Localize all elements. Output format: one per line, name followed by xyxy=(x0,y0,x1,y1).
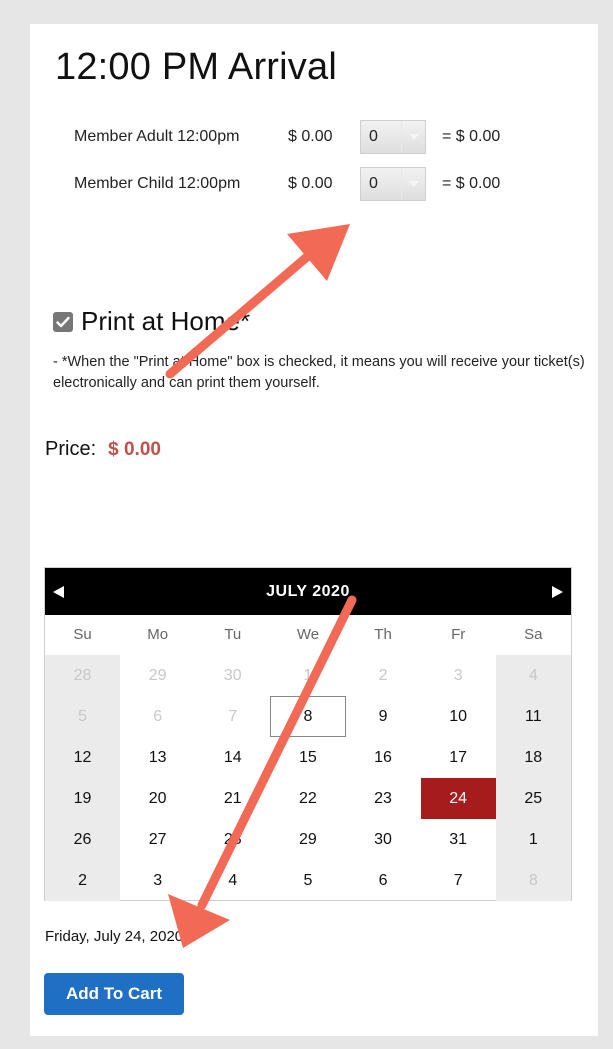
weekday-label: Th xyxy=(374,626,392,643)
calendar-day[interactable]: 14 xyxy=(195,737,270,778)
calendar-week: 5 6 7 8 9 10 11 xyxy=(45,696,571,737)
calendar-day[interactable]: 29 xyxy=(270,819,345,860)
calendar-day[interactable]: 18 xyxy=(495,737,571,778)
calendar-day[interactable]: 2 xyxy=(45,860,121,901)
ticket-price: $ 0.00 xyxy=(288,175,333,192)
calendar-grid: 28 29 30 1 2 3 4 5 6 7 8 9 10 11 12 13 1… xyxy=(45,655,571,901)
calendar-header: JULY 2020 xyxy=(45,568,571,615)
calendar-day: 28 xyxy=(45,655,121,696)
quantity-value: 0 xyxy=(369,175,378,192)
ticket-name: Member Child 12:00pm xyxy=(74,175,241,192)
calendar-day[interactable]: 6 xyxy=(346,860,421,901)
weekday-header: Su Mo Tu We Th Fr Sa xyxy=(45,615,571,655)
calendar-week: 26 27 28 29 30 31 1 xyxy=(45,819,571,860)
calendar-day[interactable]: 7 xyxy=(421,860,496,901)
next-month-button[interactable] xyxy=(547,582,567,602)
calendar-day[interactable]: 15 xyxy=(270,737,345,778)
calendar-week: 19 20 21 22 23 24 25 xyxy=(45,778,571,819)
calendar-day: 29 xyxy=(148,667,167,684)
calendar-day[interactable]: 23 xyxy=(346,778,421,819)
price-summary: Price: $ 0.00 xyxy=(45,438,161,461)
calendar-day[interactable]: 5 xyxy=(270,860,345,901)
selected-date-text: Friday, July 24, 2020 xyxy=(45,928,184,945)
weekday-label: Tu xyxy=(224,626,242,643)
calendar-day: 7 xyxy=(228,708,238,725)
calendar-week: 12 13 14 15 16 17 18 xyxy=(45,737,571,778)
calendar-day[interactable]: 27 xyxy=(120,819,195,860)
calendar-month-label: JULY 2020 xyxy=(266,583,350,600)
calendar-day: 30 xyxy=(223,667,242,684)
calendar-day[interactable]: 17 xyxy=(421,737,496,778)
arrow-right-icon xyxy=(552,586,563,598)
weekday-label: Su xyxy=(73,626,92,643)
weekday-label: Fr xyxy=(451,626,466,643)
ticket-total: = $ 0.00 xyxy=(442,175,501,192)
calendar-day[interactable]: 21 xyxy=(195,778,270,819)
quantity-value: 0 xyxy=(369,128,378,145)
calendar-day: 5 xyxy=(45,696,121,737)
chevron-down-icon xyxy=(401,121,425,153)
calendar-day[interactable]: 12 xyxy=(45,737,121,778)
calendar-day[interactable]: 16 xyxy=(346,737,421,778)
calendar-day[interactable]: 11 xyxy=(495,696,571,737)
print-at-home-note: - *When the "Print at Home" box is check… xyxy=(53,354,585,391)
calendar-day[interactable]: 30 xyxy=(346,819,421,860)
checkmark-icon xyxy=(56,316,70,327)
ticket-row-adult: Member Adult 12:00pm $ 0.00 0 = $ 0.00 xyxy=(74,120,500,154)
weekday-label: We xyxy=(296,626,320,643)
calendar-day[interactable]: 3 xyxy=(120,860,195,901)
calendar-day: 6 xyxy=(153,708,163,725)
add-to-cart-button[interactable]: Add To Cart xyxy=(44,973,184,1015)
calendar-day[interactable]: 8 xyxy=(270,696,346,737)
calendar-day: 3 xyxy=(453,667,463,684)
calendar-day[interactable]: 25 xyxy=(495,778,571,819)
calendar-day: 2 xyxy=(378,667,388,684)
quantity-select-adult[interactable]: 0 xyxy=(360,120,426,154)
calendar-day[interactable]: 13 xyxy=(120,737,195,778)
print-at-home-checkbox[interactable] xyxy=(53,311,73,332)
calendar-day[interactable]: 1 xyxy=(495,819,571,860)
ticket-row-child: Member Child 12:00pm $ 0.00 0 = $ 0.00 xyxy=(74,167,500,201)
calendar-day[interactable]: 19 xyxy=(45,778,121,819)
weekday-label: Sa xyxy=(524,626,543,643)
calendar-day[interactable]: 4 xyxy=(195,860,270,901)
weekday-label: Mo xyxy=(147,626,169,643)
calendar-day[interactable]: 9 xyxy=(346,696,421,737)
ticket-name: Member Adult 12:00pm xyxy=(74,128,240,145)
calendar-day[interactable]: 28 xyxy=(195,819,270,860)
session-title: 12:00 PM Arrival xyxy=(55,46,337,88)
print-at-home-label: Print at Home* xyxy=(81,306,251,336)
calendar-day-selected[interactable]: 24 xyxy=(420,778,496,819)
calendar-day[interactable]: 20 xyxy=(120,778,195,819)
calendar-day: 4 xyxy=(495,655,571,696)
date-picker-calendar: JULY 2020 Su Mo Tu We Th Fr Sa 28 29 30 … xyxy=(44,567,572,901)
price-amount: $ 0.00 xyxy=(108,439,161,460)
ticket-total: = $ 0.00 xyxy=(442,128,501,145)
quantity-select-child[interactable]: 0 xyxy=(360,167,426,201)
calendar-day[interactable]: 31 xyxy=(421,819,496,860)
ticket-price: $ 0.00 xyxy=(288,128,333,145)
calendar-day[interactable]: 10 xyxy=(421,696,496,737)
print-at-home-option: Print at Home* xyxy=(53,306,250,337)
calendar-day[interactable]: 26 xyxy=(45,819,121,860)
calendar-day: 1 xyxy=(303,667,313,684)
calendar-week: 28 29 30 1 2 3 4 xyxy=(45,655,571,696)
price-label: Price: xyxy=(45,438,97,460)
calendar-day: 8 xyxy=(495,860,571,901)
calendar-week: 2 3 4 5 6 7 8 xyxy=(45,860,571,901)
chevron-down-icon xyxy=(401,168,425,200)
calendar-day[interactable]: 22 xyxy=(270,778,345,819)
